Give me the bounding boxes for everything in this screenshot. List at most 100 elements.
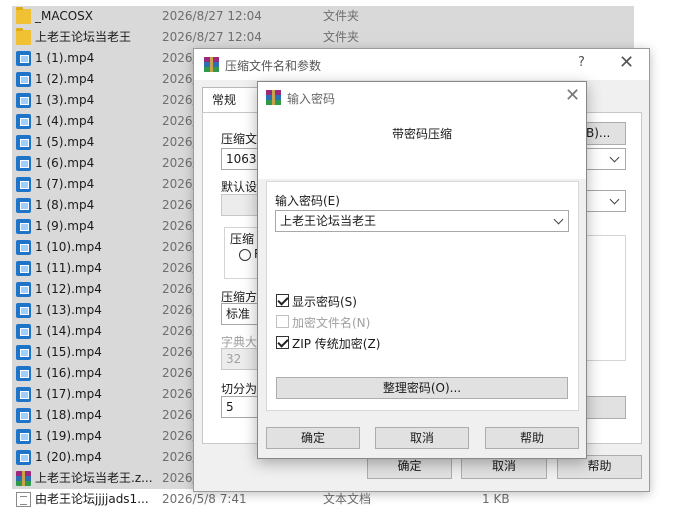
file-date: 2026/ [162,408,197,422]
file-date: 2026/8/27 12:04 [162,9,262,23]
password-cancel-button[interactable]: 取消 [375,427,469,449]
mp4-icon [16,135,31,150]
method-select[interactable]: 标准 [221,303,261,325]
password-value: 上老王论坛当老王 [280,214,377,228]
file-name: 1 (5).mp4 [35,135,95,149]
file-name: 1 (19).mp4 [35,429,102,443]
mp4-icon [16,387,31,402]
encrypt-filenames-label: 加密文件名(N) [292,316,371,330]
chevron-down-icon [609,194,620,205]
file-name: 1 (3).mp4 [35,93,95,107]
mp4-icon [16,282,31,297]
file-type: 文件夹 [323,30,360,44]
encrypt-filenames-checkbox[interactable] [276,315,289,328]
password-dialog: 输入密码 ✕ 带密码压缩 输入密码(E) 上老王论坛当老王 显示密码(S) 加密… [257,81,587,459]
archive-name-label: 压缩文 [221,132,258,146]
file-date: 2026/ [162,156,197,170]
default-profile-label: 默认设 [221,180,258,194]
chevron-down-icon [553,214,564,225]
file-name: 1 (4).mp4 [35,114,95,128]
file-name: 1 (20).mp4 [35,450,102,464]
file-date: 2026/ [162,261,197,275]
file-date: 2026/ [162,177,197,191]
organize-passwords-button[interactable]: 整理密码(O)... [276,377,568,399]
archive-dialog-title: 压缩文件名和参数 [225,59,322,73]
file-date: 2026/ [162,345,197,359]
mp4-icon [16,114,31,129]
file-name: 1 (18).mp4 [35,408,102,422]
mp4-icon [16,408,31,423]
password-dialog-heading: 带密码压缩 [391,127,452,141]
file-date: 2026/ [162,240,197,254]
file-date: 2026/ [162,72,197,86]
dictionary-select[interactable]: 32 [221,348,261,370]
archive-name-input[interactable]: 1063.z [221,148,261,170]
password-ok-button[interactable]: 确定 [266,427,360,449]
file-name: 1 (15).mp4 [35,345,102,359]
file-date: 2026/8/27 12:04 [162,30,262,44]
file-date: 2026/ [162,303,197,317]
file-date: 2026/ [162,366,197,380]
winrar-app-icon [266,90,281,105]
file-date: 2026/ [162,282,197,296]
rar-archive-icon [16,471,31,486]
mp4-icon [16,366,31,381]
close-icon[interactable]: ✕ [565,85,580,106]
text-document-icon [16,492,31,507]
show-password-label: 显示密码(S) [292,295,357,309]
file-row[interactable]: _MACOSX 2026/8/27 12:04 文件夹 [12,6,634,27]
mp4-icon [16,198,31,213]
mp4-icon [16,219,31,234]
file-row[interactable]: 由老王论坛jjjjads1... 2026/5/8 7:41 文本文档 1 KB [12,489,634,510]
file-name: 1 (8).mp4 [35,198,95,212]
split-volume-input[interactable]: 5 [221,396,261,418]
file-date: 2026/ [162,450,197,464]
file-date: 2026/ [162,198,197,212]
profile-button[interactable] [221,194,261,216]
mp4-icon [16,450,31,465]
file-name: 1 (9).mp4 [35,219,95,233]
file-name: 1 (2).mp4 [35,72,95,86]
file-date: 2026/ [162,324,197,338]
file-name: 1 (14).mp4 [35,324,102,338]
password-help-button[interactable]: 帮助 [485,427,579,449]
split-label: 切分为 [221,382,258,396]
file-date: 2026/ [162,387,197,401]
mp4-icon [16,261,31,276]
format-group-label: 压缩 [230,230,255,247]
mp4-icon [16,345,31,360]
show-password-checkbox[interactable] [276,294,289,307]
mp4-icon [16,177,31,192]
file-name: 1 (13).mp4 [35,303,102,317]
folder-icon [16,7,31,24]
file-name: 1 (12).mp4 [35,282,102,296]
archive-dialog-titlebar[interactable]: 压缩文件名和参数 ? ✕ [194,49,649,80]
file-date: 2026/ [162,135,197,149]
folder-icon [16,28,31,45]
password-input[interactable]: 上老王论坛当老王 [275,210,569,232]
password-label: 输入密码(E) [275,194,340,208]
file-date: 2026/ [162,429,197,443]
zip-legacy-encryption-checkbox[interactable] [276,336,289,349]
mp4-icon [16,303,31,318]
mp4-icon [16,429,31,444]
format-radio[interactable] [239,249,251,261]
zip-legacy-encryption-label: ZIP 传统加密(Z) [292,337,381,351]
file-type: 文本文档 [323,492,372,506]
file-name: 1 (7).mp4 [35,177,95,191]
close-icon[interactable]: ✕ [619,52,634,73]
mp4-icon [16,324,31,339]
file-name: 1 (10).mp4 [35,240,102,254]
mp4-icon [16,51,31,66]
tab-general[interactable]: 常规 [202,87,258,113]
file-date: 2026/ [162,51,197,65]
password-dialog-titlebar[interactable]: 输入密码 ✕ [258,82,586,113]
file-row[interactable]: 上老王论坛当老王 2026/8/27 12:04 文件夹 [12,27,634,48]
file-name: 1 (6).mp4 [35,156,95,170]
file-date: 2026/ [162,114,197,128]
mp4-icon [16,93,31,108]
file-type: 文件夹 [323,9,360,23]
help-icon[interactable]: ? [578,55,585,70]
password-dialog-title: 输入密码 [287,92,336,106]
file-size: 1 KB [482,492,510,506]
